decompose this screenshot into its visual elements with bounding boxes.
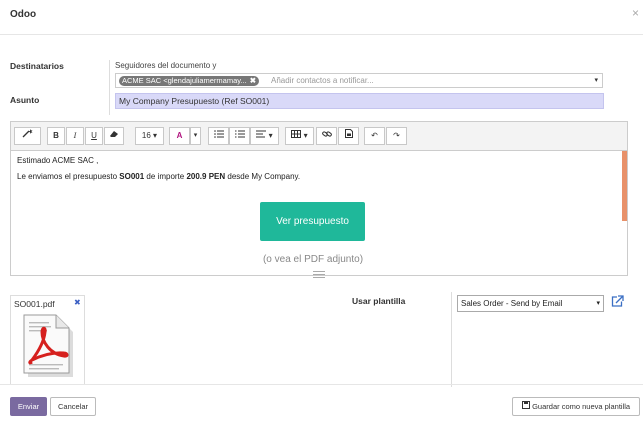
select-caret-icon: ▾ [596, 300, 600, 307]
body-line-prefix: Le enviamos el presupuesto [17, 172, 120, 181]
email-body-content[interactable]: Estimado ACME SAC , Le enviamos el presu… [11, 151, 621, 278]
attachment-filename: SO001.pdf [14, 299, 55, 309]
recipients-input[interactable]: ACME SAC <glendajuliamermamay... ✖ Añadir… [115, 73, 603, 88]
redo-icon[interactable]: ↷ [386, 127, 407, 145]
header-divider [0, 34, 643, 35]
undo-icon[interactable]: ↶ [364, 127, 385, 145]
recipients-label: Destinatarios [10, 61, 64, 71]
attachment-card[interactable]: SO001.pdf ✖ [10, 295, 85, 385]
recipient-tag-label: ACME SAC <glendajuliamermamay... [122, 76, 247, 85]
footer-divider [0, 384, 643, 385]
followers-text: Seguidores del documento y [115, 61, 217, 70]
subject-label: Asunto [10, 95, 40, 105]
resize-grip-icon[interactable] [313, 271, 325, 278]
send-button[interactable]: Enviar [10, 397, 47, 416]
template-divider [451, 292, 452, 387]
field-divider [109, 60, 110, 115]
save-icon [522, 401, 530, 411]
dropdown-caret-icon[interactable]: ▾ [594, 76, 598, 84]
underline-button[interactable]: U [85, 127, 103, 145]
font-size-dropdown[interactable]: 16 ▾ [135, 127, 164, 145]
dialog-title: Odoo [10, 9, 37, 20]
template-label: Usar plantilla [352, 296, 406, 306]
pdf-file-icon [20, 314, 76, 380]
order-reference: SO001 [119, 172, 145, 181]
greeting-text: Estimado ACME SAC , [17, 156, 99, 165]
pdf-attached-note: (o vea el PDF adjunto) [262, 254, 364, 265]
color-caret-icon[interactable]: ▾ [190, 127, 201, 145]
editor-toolbar: B I U 16 ▾ A ▾ ▾ ▾ ↶ ↷ [11, 122, 627, 151]
email-body-editor[interactable]: B I U 16 ▾ A ▾ ▾ ▾ ↶ ↷ Estimado ACME SAC… [10, 121, 628, 278]
editor-scrollbar[interactable] [622, 151, 627, 221]
body-line-suffix: desde My Company. [225, 172, 301, 181]
template-selected: Sales Order - Send by Email [461, 299, 563, 308]
italic-button[interactable]: I [66, 127, 84, 145]
template-select[interactable]: Sales Order - Send by Email ▾ [457, 295, 604, 312]
style-magic-icon[interactable] [14, 127, 41, 145]
recipient-tag[interactable]: ACME SAC <glendajuliamermamay... ✖ [119, 76, 259, 86]
image-icon[interactable] [338, 127, 359, 145]
font-color-icon[interactable]: A [169, 127, 190, 145]
external-link-icon[interactable] [611, 295, 624, 309]
close-icon[interactable]: × [632, 6, 639, 20]
cancel-button[interactable]: Cancelar [50, 397, 96, 416]
remove-tag-icon[interactable]: ✖ [250, 76, 256, 85]
body-line: Le enviamos el presupuesto SO001 de impo… [17, 172, 300, 181]
body-line-mid: de importe [144, 172, 187, 181]
view-quotation-button[interactable]: Ver presupuesto [260, 202, 365, 241]
save-as-template-button[interactable]: Guardar como nueva plantilla [512, 397, 640, 416]
unordered-list-icon[interactable] [208, 127, 229, 145]
ordered-list-icon[interactable] [229, 127, 250, 145]
recipients-placeholder: Añadir contactos a notificar... [271, 76, 374, 85]
save-as-template-label: Guardar como nueva plantilla [532, 402, 631, 411]
table-icon[interactable]: ▾ [285, 127, 314, 145]
link-icon[interactable] [316, 127, 337, 145]
bold-button[interactable]: B [47, 127, 65, 145]
align-dropdown-icon[interactable]: ▾ [250, 127, 279, 145]
amount-total: 200.9 PEN [186, 172, 226, 181]
eraser-icon[interactable] [104, 127, 124, 145]
subject-input[interactable]: My Company Presupuesto (Ref SO001) [115, 93, 604, 109]
font-size-value: 16 [141, 131, 151, 140]
remove-attachment-icon[interactable]: ✖ [74, 298, 81, 307]
